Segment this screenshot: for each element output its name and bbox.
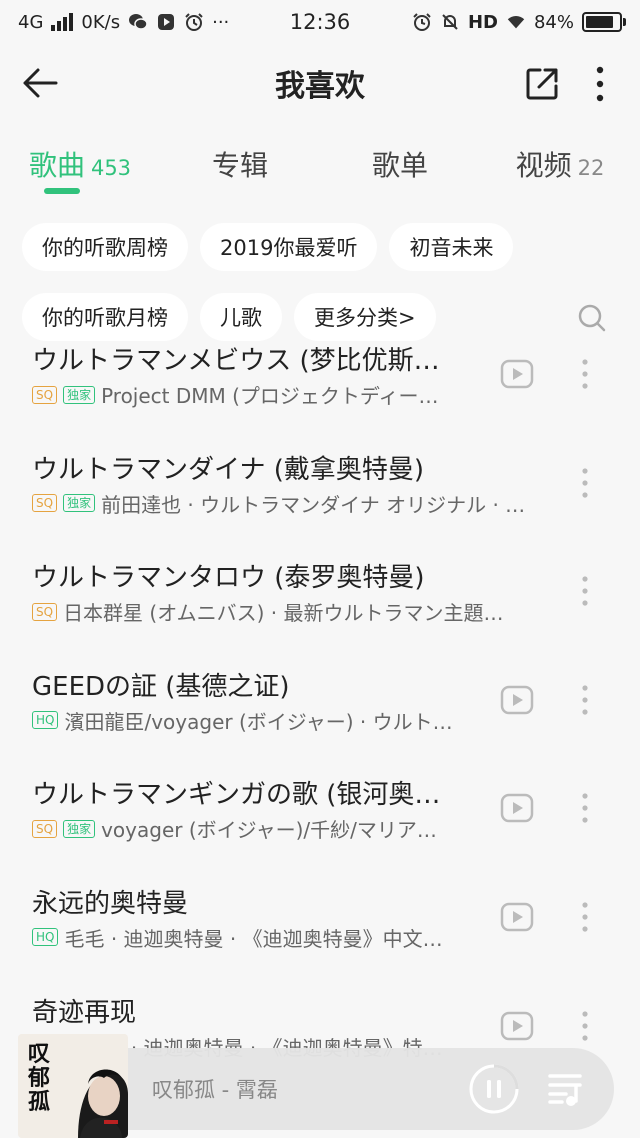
more-options-icon[interactable] <box>570 1006 600 1046</box>
mute-bell-icon <box>440 12 460 32</box>
tab-label: 视频 <box>515 149 572 182</box>
mv-play-icon[interactable] <box>497 897 537 937</box>
mv-play-icon[interactable] <box>497 680 537 720</box>
wechat-icon <box>128 12 148 32</box>
now-playing-title: 叹郁孤 - 霄磊 <box>152 1078 278 1102</box>
song-title: 奇迹再现 <box>32 997 137 1028</box>
exclusive-badge: 独家 <box>63 385 96 404</box>
tab-songs[interactable]: 歌曲 453 <box>0 128 160 200</box>
quality-badge: HQ <box>32 928 59 947</box>
song-row[interactable]: ウルトラマンタロウ (泰罗奥特曼) SQ 日本群星 (オムニバス) · 最新ウルトラ… <box>0 537 640 646</box>
song-title: 永远的奥特曼 <box>32 888 189 919</box>
top-app-bar: 我喜欢 <box>0 44 640 122</box>
cover-title: 叹郁孤 <box>28 1041 51 1115</box>
signal-icon <box>51 13 74 31</box>
tab-albums[interactable]: 专辑 <box>160 128 320 200</box>
chip-monthly-chart[interactable]: 你的听歌月榜 <box>22 293 188 341</box>
chip-weekly-chart[interactable]: 你的听歌周榜 <box>22 223 188 271</box>
tab-bar: 歌曲 453 专辑 歌单 视频 22 <box>0 128 640 200</box>
category-chips: 你的听歌周榜 2019你最爱听 初音未来 你的听歌月榜 儿歌 更多分类> <box>0 222 640 362</box>
tab-label: 歌单 <box>371 149 428 182</box>
hd-indicator: HD <box>467 11 498 33</box>
mv-play-icon[interactable] <box>497 788 537 828</box>
song-row[interactable]: ウルトラマンメビウス (梦比优斯… SQ 独家 Project DMM (プロジェクト… <box>0 346 640 429</box>
wifi-icon <box>506 12 526 32</box>
song-title: ウルトラマンギンガの歌 (银河奥… <box>32 780 441 811</box>
pause-button[interactable] <box>466 1061 522 1117</box>
quality-badge: SQ <box>32 385 58 404</box>
tab-label: 歌曲 <box>28 149 85 182</box>
more-options-icon[interactable] <box>570 897 600 937</box>
song-title: ウルトラマンタロウ (泰罗奥特曼) <box>32 563 425 594</box>
song-row[interactable]: GEEDの証 (基德之证) HQ 濱田龍臣/voyager (ボイジャー) · ウル… <box>0 646 640 755</box>
active-tab-indicator <box>44 188 80 194</box>
more-options-icon[interactable] <box>570 680 600 720</box>
song-artist: 日本群星 (オムニバス) · 最新ウルトラマン主題… <box>63 601 504 626</box>
more-notifications-icon: ··· <box>212 11 230 33</box>
more-options-icon[interactable] <box>570 788 600 828</box>
quality-badge: HQ <box>32 711 59 730</box>
song-meta: SQ 独家 voyager (ボイジャー)/千紗/マリア… <box>32 814 552 843</box>
status-right: HD 84% <box>412 12 626 33</box>
alarm-icon <box>184 12 204 32</box>
chip-hatsune-miku[interactable]: 初音未来 <box>389 223 514 271</box>
song-artist: 毛毛 · 迪迦奥特曼 · 《迪迦奥特曼》中文… <box>64 926 443 951</box>
mini-player[interactable]: 叹郁孤 叹郁孤 - 霄磊 <box>18 1034 614 1138</box>
chip-2019-favorites[interactable]: 2019你最爱听 <box>200 223 378 271</box>
song-title: GEEDの証 (基德之证) <box>32 671 290 702</box>
song-row[interactable]: 永远的奥特曼 HQ 毛毛 · 迪迦奥特曼 · 《迪迦奥特曼》中文… <box>0 863 640 972</box>
quality-badge: SQ <box>32 602 58 621</box>
chip-row: 你的听歌周榜 2019你最爱听 初音未来 <box>0 222 640 272</box>
song-artist: Project DMM (プロジェクトディー… <box>101 384 439 408</box>
song-artist: voyager (ボイジャー)/千紗/マリア… <box>101 818 437 843</box>
mv-play-icon[interactable] <box>497 354 537 394</box>
song-row[interactable]: ウルトラマンギンガの歌 (银河奥… SQ 独家 voyager (ボイジャー)/千紗/… <box>0 754 640 863</box>
chip-more-categories[interactable]: 更多分类> <box>294 293 436 341</box>
status-bar: 4G 0K/s ··· 12:36 HD 84% <box>0 0 640 44</box>
song-meta: HQ 毛毛 · 迪迦奥特曼 · 《迪迦奥特曼》中文… <box>32 923 552 952</box>
exclusive-badge: 独家 <box>63 819 96 838</box>
song-meta: SQ 独家 Project DMM (プロジェクトディー… <box>32 380 552 409</box>
chip-row: 你的听歌月榜 儿歌 更多分类> <box>0 292 640 342</box>
tab-count: 22 <box>577 156 605 180</box>
share-icon[interactable] <box>520 62 564 106</box>
song-list-content: ウルトラマンメビウス (梦比优斯… SQ 独家 Project DMM (プロジェクト… <box>0 346 640 1062</box>
more-options-icon[interactable] <box>570 463 600 503</box>
back-arrow-icon[interactable] <box>18 61 62 105</box>
album-cover[interactable]: 叹郁孤 <box>18 1034 128 1138</box>
song-title: ウルトラマンメビウス (梦比优斯… <box>32 346 440 376</box>
song-list: ウルトラマンメビウス (梦比优斯… SQ 独家 Project DMM (プロジェクト… <box>0 346 640 1062</box>
page-title: 我喜欢 <box>275 69 365 104</box>
tab-playlists[interactable]: 歌单 <box>320 128 480 200</box>
more-vertical-icon[interactable] <box>582 62 618 106</box>
status-left: 4G 0K/s ··· <box>18 12 229 33</box>
alarm-clock-icon <box>412 12 432 32</box>
song-meta: SQ 独家 前田達也 · ウルトラマンダイナ オリジナル · … <box>32 489 552 518</box>
song-row[interactable]: ウルトラマンダイナ (戴拿奥特曼) SQ 独家 前田達也 · ウルトラマンダイナ オリ… <box>0 429 640 538</box>
playlist-icon[interactable] <box>542 1065 590 1113</box>
song-title: ウルトラマンダイナ (戴拿奥特曼) <box>32 454 425 485</box>
chip-kids-songs[interactable]: 儿歌 <box>200 293 282 341</box>
more-options-icon[interactable] <box>570 354 600 394</box>
more-options-icon[interactable] <box>570 571 600 611</box>
tab-videos[interactable]: 视频 22 <box>480 128 640 200</box>
mv-play-icon[interactable] <box>497 1006 537 1046</box>
media-play-icon <box>156 12 176 32</box>
quality-badge: SQ <box>32 819 58 838</box>
battery-icon <box>582 12 626 32</box>
song-artist: 前田達也 · ウルトラマンダイナ オリジナル · … <box>101 492 526 517</box>
network-type: 4G <box>18 11 44 33</box>
tab-label: 专辑 <box>211 149 268 182</box>
search-icon[interactable] <box>572 298 612 338</box>
quality-badge: SQ <box>32 494 58 513</box>
song-artist: 濱田龍臣/voyager (ボイジャー) · ウルト… <box>64 709 453 734</box>
song-meta: HQ 濱田龍臣/voyager (ボイジャー) · ウルト… <box>32 706 552 735</box>
battery-percent: 84% <box>533 11 574 33</box>
network-speed: 0K/s <box>81 11 121 33</box>
song-meta: SQ 日本群星 (オムニバス) · 最新ウルトラマン主題… <box>32 597 552 626</box>
tab-count: 453 <box>90 156 132 180</box>
exclusive-badge: 独家 <box>63 494 96 513</box>
